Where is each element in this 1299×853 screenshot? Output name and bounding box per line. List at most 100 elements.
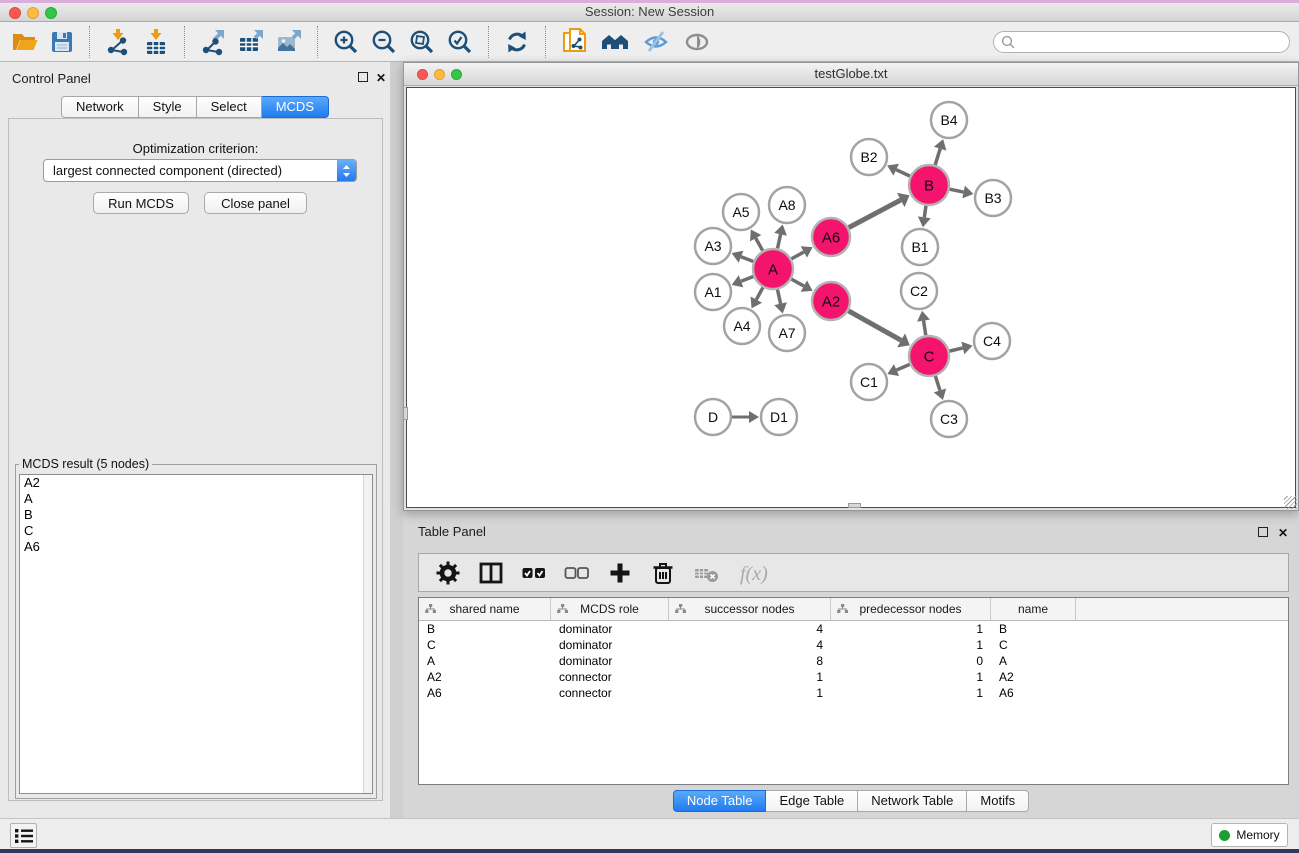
graph-node-C2[interactable]: C2 — [901, 273, 937, 309]
graph-node-C4[interactable]: C4 — [974, 323, 1010, 359]
table-cell[interactable]: A6 — [991, 686, 1076, 700]
table-cell[interactable]: A — [419, 654, 551, 668]
tab-node-table[interactable]: Node Table — [673, 790, 767, 812]
result-item[interactable]: B — [20, 507, 372, 523]
export-table-button[interactable] — [232, 26, 270, 58]
close-table-panel-icon[interactable]: ✕ — [1278, 526, 1288, 540]
tab-select[interactable]: Select — [197, 96, 262, 118]
graph-node-B2[interactable]: B2 — [851, 139, 887, 175]
table-cell[interactable]: 0 — [831, 654, 991, 668]
zoom-fit-button[interactable] — [403, 26, 441, 58]
graph-node-C3[interactable]: C3 — [931, 401, 967, 437]
column-header-MCDS-role[interactable]: MCDS role — [551, 598, 669, 620]
maximize-network-window-button[interactable] — [451, 69, 462, 80]
memory-button[interactable]: Memory — [1211, 823, 1288, 847]
zoom-out-button[interactable] — [365, 26, 403, 58]
tab-edge-table[interactable]: Edge Table — [766, 790, 858, 812]
table-cell[interactable]: 1 — [669, 686, 831, 700]
criterion-dropdown[interactable]: largest connected component (directed) — [43, 159, 357, 182]
table-cell[interactable]: 1 — [831, 622, 991, 636]
mcds-result-list[interactable]: A2ABCA6 — [19, 474, 373, 794]
graph-node-A1[interactable]: A1 — [695, 274, 731, 310]
window-resize-grip[interactable] — [1284, 496, 1297, 509]
table-cell[interactable]: 4 — [669, 622, 831, 636]
open-session-button[interactable] — [6, 27, 44, 57]
table-cell[interactable]: dominator — [551, 622, 669, 636]
minimize-window-button[interactable] — [27, 7, 39, 19]
deselect-all-button[interactable] — [558, 558, 596, 588]
column-header-successor-nodes[interactable]: successor nodes — [669, 598, 831, 620]
table-cell[interactable]: B — [991, 622, 1076, 636]
tab-mcds[interactable]: MCDS — [262, 96, 329, 118]
home-button[interactable] — [595, 26, 637, 58]
task-history-button[interactable] — [10, 823, 37, 848]
graph-node-A7[interactable]: A7 — [769, 315, 805, 351]
table-cell[interactable]: C — [419, 638, 551, 652]
result-item[interactable]: A6 — [20, 539, 372, 555]
column-header-shared-name[interactable]: shared name — [419, 598, 551, 620]
delete-column-button[interactable] — [644, 558, 682, 588]
table-cell[interactable]: A2 — [419, 670, 551, 684]
graph-node-C[interactable]: C — [909, 336, 949, 376]
table-cell[interactable]: connector — [551, 670, 669, 684]
graph-node-A6[interactable]: A6 — [812, 218, 850, 256]
close-network-window-button[interactable] — [417, 69, 428, 80]
duplicate-network-button[interactable] — [555, 25, 595, 59]
table-cell[interactable]: 1 — [669, 670, 831, 684]
graph-node-A4[interactable]: A4 — [724, 308, 760, 344]
close-panel-button[interactable]: Close panel — [204, 192, 307, 214]
table-cell[interactable]: 1 — [831, 670, 991, 684]
import-network-button[interactable] — [99, 26, 137, 58]
import-table-button[interactable] — [137, 26, 175, 58]
delete-table-button[interactable] — [687, 558, 727, 588]
function-builder-button[interactable]: f(x) — [732, 558, 786, 588]
save-session-button[interactable] — [44, 27, 80, 57]
graph-node-A8[interactable]: A8 — [769, 187, 805, 223]
float-panel-icon[interactable] — [358, 71, 368, 85]
graph-node-B[interactable]: B — [909, 165, 949, 205]
close-window-button[interactable] — [9, 7, 21, 19]
column-header-predecessor-nodes[interactable]: predecessor nodes — [831, 598, 991, 620]
result-item[interactable]: A — [20, 491, 372, 507]
table-row[interactable]: A6connector11A6 — [419, 685, 1288, 701]
zoom-selected-button[interactable] — [441, 26, 479, 58]
table-settings-button[interactable] — [429, 558, 467, 588]
add-column-button[interactable] — [601, 558, 639, 588]
table-cell[interactable]: 4 — [669, 638, 831, 652]
result-item[interactable]: A2 — [20, 475, 372, 491]
graph-node-A5[interactable]: A5 — [723, 194, 759, 230]
show-columns-button[interactable] — [472, 558, 510, 588]
hide-details-button[interactable] — [637, 26, 677, 58]
graph-node-C1[interactable]: C1 — [851, 364, 887, 400]
tab-network-table[interactable]: Network Table — [858, 790, 967, 812]
panel-divider[interactable] — [390, 62, 403, 818]
table-cell[interactable]: C — [991, 638, 1076, 652]
table-cell[interactable]: 8 — [669, 654, 831, 668]
table-cell[interactable]: 1 — [831, 686, 991, 700]
graph-node-B1[interactable]: B1 — [902, 229, 938, 265]
select-all-button[interactable] — [515, 558, 553, 588]
table-cell[interactable]: A2 — [991, 670, 1076, 684]
table-cell[interactable]: dominator — [551, 638, 669, 652]
show-details-button[interactable] — [677, 26, 717, 58]
zoom-in-button[interactable] — [327, 26, 365, 58]
close-panel-icon[interactable]: ✕ — [376, 71, 386, 85]
graph-node-D1[interactable]: D1 — [761, 399, 797, 435]
search-input[interactable] — [1019, 33, 1289, 51]
table-row[interactable]: A2connector11A2 — [419, 669, 1288, 685]
table-row[interactable]: Cdominator41C — [419, 637, 1288, 653]
table-row[interactable]: Bdominator41B — [419, 621, 1288, 637]
canvas-grip-horizontal[interactable] — [848, 503, 861, 508]
graph-node-D[interactable]: D — [695, 399, 731, 435]
graph-node-B3[interactable]: B3 — [975, 180, 1011, 216]
network-canvas[interactable]: B4B2BB3B1A5A8A6A3AA1A2C2A4A7C4CC1C3DD1 — [406, 87, 1296, 508]
table-cell[interactable]: connector — [551, 686, 669, 700]
table-cell[interactable]: dominator — [551, 654, 669, 668]
graph-node-A[interactable]: A — [753, 249, 793, 289]
table-cell[interactable]: 1 — [831, 638, 991, 652]
refresh-button[interactable] — [498, 26, 536, 58]
result-list-scrollbar[interactable] — [363, 475, 372, 793]
export-network-button[interactable] — [194, 26, 232, 58]
table-cell[interactable]: A6 — [419, 686, 551, 700]
graph-node-A3[interactable]: A3 — [695, 228, 731, 264]
